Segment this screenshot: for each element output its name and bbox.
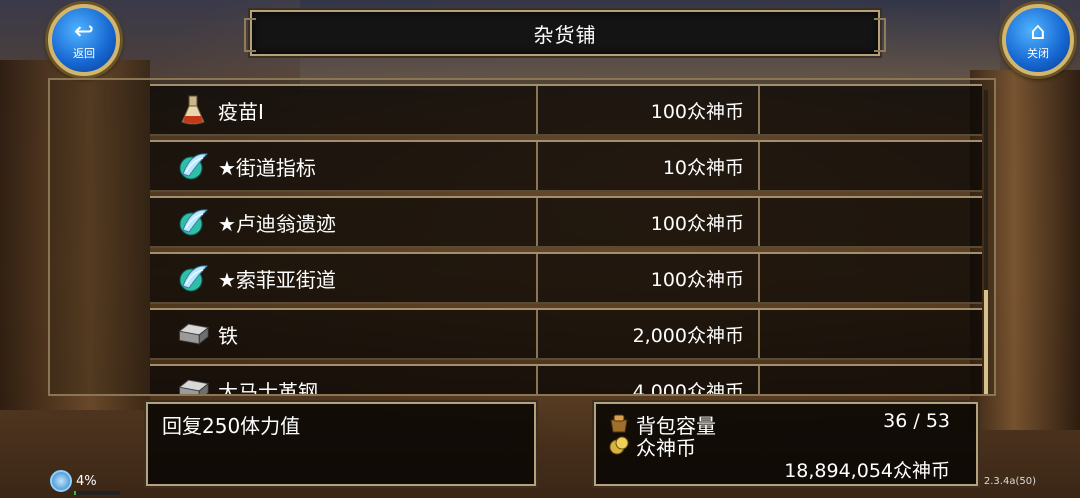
teleport-wing-icon — [176, 149, 210, 183]
shop-row[interactable]: ★卢迪翁遗迹 100众神币 — [150, 196, 982, 248]
item-price: 2,000众神币 — [632, 324, 744, 347]
item-extra-cell — [760, 86, 982, 134]
shop-item-list[interactable]: 疫苗Ⅰ 100众神币 ★街道指标 10众神币 ★卢迪翁遗迹 100众神币 ★索菲… — [48, 78, 996, 396]
shop-row[interactable]: 大马士革钢 4,000众神币 — [150, 364, 982, 396]
item-name-cell: 铁 — [150, 310, 538, 358]
shop-row[interactable]: 疫苗Ⅰ 100众神币 — [150, 84, 982, 136]
item-name: ★卢迪翁遗迹 — [218, 211, 336, 236]
iron-ingot-icon — [176, 373, 210, 394]
item-extra-cell — [760, 366, 982, 394]
item-name: ★街道指标 — [218, 155, 316, 180]
back-label: 返回 — [73, 47, 95, 60]
item-name: 铁 — [218, 323, 238, 348]
item-price-cell: 4,000众神币 — [538, 366, 760, 396]
inventory-panel: 背包容量 36 / 53 众神币 18,894,054众神币 — [594, 402, 978, 486]
item-extra-cell — [760, 198, 982, 246]
loading-progress-fill — [74, 491, 76, 495]
item-name-cell: 大马士革钢 — [150, 366, 538, 396]
item-name-cell: 疫苗Ⅰ — [150, 86, 538, 134]
currency-value: 18,894,054众神币 — [784, 460, 950, 482]
close-button[interactable]: ⌂ 关闭 — [1002, 4, 1074, 76]
item-name-cell: ★索菲亚街道 — [150, 254, 538, 302]
item-name: ★索菲亚街道 — [218, 267, 336, 292]
item-price-cell: 2,000众神币 — [538, 310, 760, 358]
capacity-value: 36 / 53 — [883, 410, 950, 432]
item-price-cell: 100众神币 — [538, 86, 760, 134]
status-percent: 4% — [76, 474, 97, 489]
loading-progress-bar — [74, 491, 120, 495]
potion-flask-icon — [176, 93, 210, 127]
currency-label: 众神币 — [636, 436, 696, 460]
teleport-wing-icon — [176, 205, 210, 239]
item-price-cell: 10众神币 — [538, 142, 760, 190]
back-button[interactable]: ↩ 返回 — [48, 4, 120, 76]
network-status-icon — [50, 470, 72, 492]
item-price: 4,000众神币 — [632, 380, 744, 396]
item-extra-cell — [760, 310, 982, 358]
teleport-wing-icon — [176, 261, 210, 295]
version-label: 2.3.4a(50) — [983, 476, 1036, 487]
item-extra-cell — [760, 142, 982, 190]
coin-icon — [608, 434, 630, 460]
item-name: 大马士革钢 — [218, 379, 318, 396]
shop-row[interactable]: 铁 2,000众神币 — [150, 308, 982, 360]
item-price-cell: 100众神币 — [538, 198, 760, 246]
iron-ingot-icon — [176, 317, 210, 351]
item-price-cell: 100众神币 — [538, 254, 760, 302]
shop-row[interactable]: ★索菲亚街道 100众神币 — [150, 252, 982, 304]
shop-row[interactable]: ★街道指标 10众神币 — [150, 140, 982, 192]
home-icon: ⌂ — [1030, 17, 1046, 45]
item-price: 10众神币 — [662, 156, 744, 179]
item-description-panel: 回复250体力值 — [146, 402, 536, 486]
currency-row: 众神币 — [608, 432, 696, 461]
item-price: 100众神币 — [650, 212, 744, 235]
item-price: 100众神币 — [650, 100, 744, 123]
item-name-cell: ★卢迪翁遗迹 — [150, 198, 538, 246]
item-price: 100众神币 — [650, 268, 744, 291]
item-name: 疫苗Ⅰ — [218, 99, 264, 124]
item-description: 回复250体力值 — [162, 414, 301, 438]
title-bar: 杂货铺 — [244, 10, 886, 56]
back-arrow-icon: ↩ — [73, 17, 95, 45]
page-title: 杂货铺 — [533, 22, 597, 47]
item-extra-cell — [760, 254, 982, 302]
list-scroll-thumb[interactable] — [984, 290, 988, 394]
close-label: 关闭 — [1027, 47, 1049, 60]
item-name-cell: ★街道指标 — [150, 142, 538, 190]
